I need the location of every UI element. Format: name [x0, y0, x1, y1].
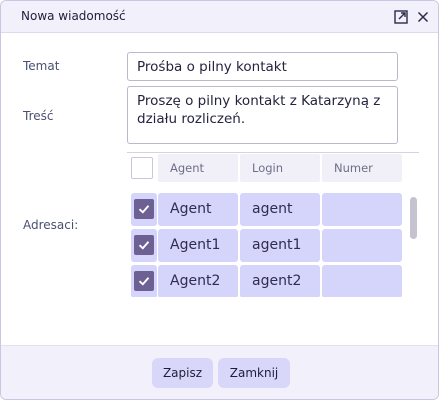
close-button[interactable]: Zamknij: [218, 358, 290, 388]
grid-header-divider: [127, 152, 419, 153]
row-checkbox-cell: [131, 193, 157, 226]
row-checkbox[interactable]: [134, 199, 154, 219]
table-row[interactable]: Agent1 agent1: [127, 229, 405, 262]
dialog-title: Nowa wiadomość: [21, 9, 126, 23]
row-checkbox-cell: [131, 229, 157, 262]
close-icon[interactable]: [415, 9, 431, 25]
check-icon: [138, 241, 150, 250]
recipients-label: Adresaci:: [23, 218, 79, 232]
cell-agent: Agent2: [158, 265, 238, 297]
body-textarea[interactable]: Proszę o pilny kontakt z Katarzyną z dzi…: [127, 86, 398, 144]
column-header-agent[interactable]: Agent: [158, 154, 238, 182]
cell-login: agent1: [240, 229, 320, 262]
column-header-login[interactable]: Login: [240, 154, 320, 182]
select-all-checkbox[interactable]: [131, 157, 153, 179]
row-checkbox-cell: [131, 265, 157, 297]
check-icon: [138, 277, 150, 286]
check-icon: [138, 205, 150, 214]
cell-login: agent: [240, 193, 320, 226]
grid-scrollbar-thumb[interactable]: [410, 197, 417, 239]
dialog-titlebar: Nowa wiadomość: [1, 1, 438, 33]
cell-agent: Agent1: [158, 229, 238, 262]
cell-number: [322, 229, 402, 262]
row-checkbox[interactable]: [134, 271, 154, 291]
cell-agent: Agent: [158, 193, 238, 226]
save-button[interactable]: Zapisz: [152, 358, 213, 388]
column-header-number[interactable]: Numer: [322, 154, 402, 182]
new-message-dialog: Nowa wiadomość Temat Prośba o pilny kont…: [0, 0, 439, 400]
row-checkbox[interactable]: [134, 235, 154, 255]
table-row[interactable]: Agent agent: [127, 193, 405, 226]
popout-icon[interactable]: [393, 9, 409, 25]
body-label: Treść: [23, 109, 54, 123]
table-row[interactable]: Agent2 agent2: [127, 265, 405, 297]
subject-input[interactable]: Prośba o pilny kontakt: [127, 52, 398, 81]
recipients-grid: Agent agent Agent1 agent1 Agent2 agent2: [127, 191, 405, 297]
subject-label: Temat: [23, 59, 60, 73]
cell-login: agent2: [240, 265, 320, 297]
cell-number: [322, 193, 402, 226]
cell-number: [322, 265, 402, 297]
